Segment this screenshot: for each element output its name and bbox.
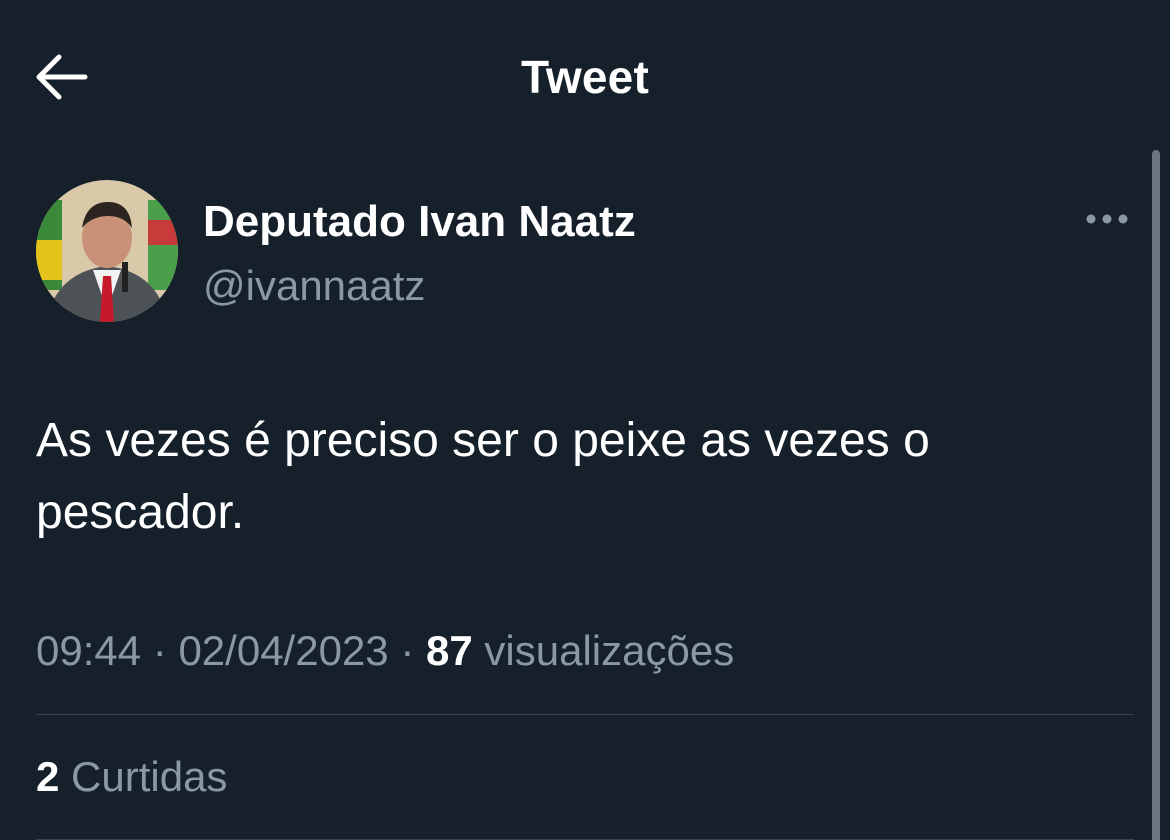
more-options-button[interactable] — [1080, 202, 1134, 236]
likes-count: 2 — [36, 753, 60, 800]
views-count: 87 — [426, 627, 473, 674]
tweet-text: As vezes é preciso ser o peixe as vezes … — [36, 414, 930, 539]
page-title: Tweet — [521, 51, 649, 103]
author-name[interactable]: Deputado Ivan Naatz — [203, 197, 636, 247]
tweet-metadata: 09:44 · 02/04/2023 · 87 visualizações — [36, 627, 734, 675]
views-label: visualizações — [484, 627, 735, 674]
scrollbar[interactable] — [1152, 150, 1160, 840]
tweet-detail: Deputado Ivan Naatz @ivannaatz As vezes … — [0, 150, 1140, 840]
author-handle[interactable]: @ivannaatz — [203, 262, 425, 310]
tweet-date[interactable]: 02/04/2023 — [178, 627, 388, 674]
tweet-time[interactable]: 09:44 — [36, 627, 141, 674]
separator-dot: · — [152, 627, 167, 674]
separator-dot: · — [400, 627, 415, 674]
divider — [36, 714, 1134, 715]
likes-link[interactable]: 2 Curtidas — [36, 753, 227, 801]
avatar-photo — [36, 180, 178, 322]
top-bar: Tweet — [0, 0, 1170, 150]
likes-label: Curtidas — [71, 753, 228, 800]
more-horizontal-icon — [1086, 214, 1128, 224]
avatar[interactable] — [36, 180, 178, 322]
